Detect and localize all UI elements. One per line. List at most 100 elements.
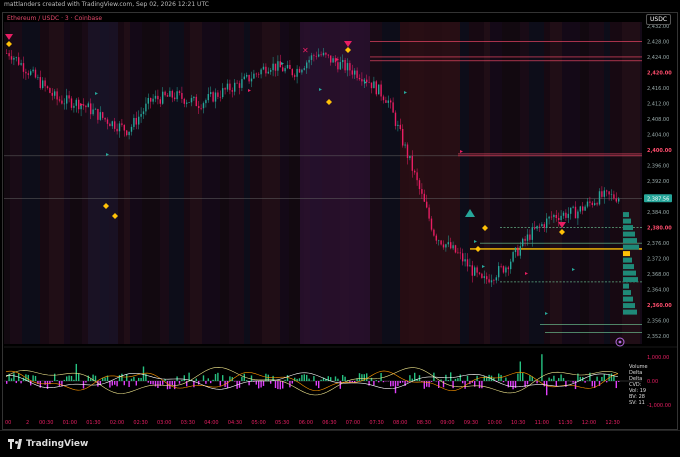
candle-body: [126, 130, 127, 135]
oscillator-bar: [563, 378, 564, 381]
candle-body: [181, 93, 182, 99]
price-tick-label: 2,360.00: [647, 303, 672, 309]
oscillator-bar: [390, 381, 391, 386]
volume-legend-line: SV: 11: [629, 400, 649, 406]
session-band: [229, 22, 244, 344]
time-tick-label: 03:00: [157, 420, 171, 426]
candle-body: [119, 123, 120, 131]
candle-body: [88, 103, 89, 107]
candle-body: [385, 100, 386, 103]
candle-body: [570, 208, 571, 214]
time-tick-label: 00: [5, 420, 11, 426]
oscillator-bar: [16, 381, 17, 383]
volume-profile-bar: [623, 290, 631, 295]
candle-body: [347, 63, 348, 70]
price-tick-label: 2,416.00: [647, 86, 669, 92]
oscillator-bar: [412, 379, 413, 381]
oscillator-bar: [371, 378, 372, 381]
candle-body: [556, 215, 557, 218]
candle-body: [246, 75, 247, 77]
candle-body: [215, 93, 216, 102]
oscillator-bar: [116, 381, 117, 386]
oscillator-bar: [592, 381, 593, 386]
oscillator-bar: [227, 381, 228, 388]
candle-body: [488, 279, 489, 282]
oscillator-bar: [172, 381, 173, 385]
candle-body: [380, 85, 381, 97]
candle-body: [452, 245, 453, 248]
oscillator-bar: [68, 376, 69, 381]
candle-body: [568, 214, 569, 218]
oscillator-bar: [90, 379, 91, 381]
oscillator-bar: [11, 378, 12, 381]
oscillator-bar: [104, 378, 105, 381]
candle-body: [551, 217, 552, 218]
oscillator-bar: [527, 381, 528, 384]
candle-body: [145, 104, 146, 112]
price-tick-label: 2,392.00: [647, 179, 669, 185]
symbol-label[interactable]: Ethereum / USDC · 3 · Coinbase: [7, 15, 102, 22]
session-band: [130, 22, 142, 344]
session-band: [184, 22, 190, 344]
oscillator-bar: [520, 361, 521, 381]
oscillator-bar: [234, 381, 235, 382]
candle-body: [433, 230, 434, 236]
oscillator-bar: [522, 373, 523, 381]
currency-badge[interactable]: USDC: [646, 14, 671, 25]
session-band: [40, 22, 49, 344]
candle-body: [114, 121, 115, 129]
candle-body: [524, 239, 525, 241]
candle-body: [409, 156, 410, 158]
candle-body: [472, 265, 473, 275]
tradingview-logo[interactable]: TradingView: [8, 439, 88, 449]
candle-body: [515, 248, 516, 252]
candle-body: [606, 191, 607, 192]
oscillator-bar: [78, 373, 79, 381]
oscillator-bar: [604, 374, 605, 381]
oscillator-bar: [208, 378, 209, 381]
candle-body: [268, 72, 269, 74]
candle-body: [236, 83, 237, 84]
time-tick-label: 07:30: [369, 420, 383, 426]
candle-body: [575, 207, 576, 219]
oscillator-bar: [152, 381, 153, 384]
oscillator-bar: [174, 381, 175, 389]
candle-body: [112, 121, 113, 126]
oscillator-bar: [428, 381, 429, 387]
oscillator-bar: [467, 376, 468, 381]
candle-body: [186, 103, 187, 104]
candle-body: [500, 266, 501, 267]
candle-body: [28, 73, 29, 75]
candle-body: [23, 63, 24, 72]
candle-body: [419, 180, 420, 189]
chart-canvas[interactable]: 2,432.002,428.002,424.002,420.002,416.00…: [0, 0, 680, 456]
candle-body: [440, 240, 441, 244]
candle-body: [11, 56, 12, 59]
oscillator-bar: [529, 375, 530, 381]
oscillator-bar: [481, 381, 482, 388]
oscillator-bar: [500, 375, 501, 381]
oscillator-tick-label: -1,000.00: [647, 403, 671, 409]
session-bands: [4, 22, 642, 344]
candle-body: [210, 92, 211, 94]
oscillator-bar: [397, 381, 398, 386]
oscillator-bar: [167, 381, 168, 389]
candle-body: [20, 63, 21, 65]
candle-body: [527, 234, 528, 240]
oscillator-bar: [448, 380, 449, 381]
candle-body: [356, 71, 357, 78]
candle-body: [587, 202, 588, 207]
candle-body: [308, 60, 309, 63]
time-tick-label: 01:30: [86, 420, 100, 426]
oscillator-bar: [556, 381, 557, 386]
oscillator-bar: [301, 375, 302, 381]
candle-body: [265, 67, 266, 74]
candle-body: [426, 202, 427, 208]
session-band: [88, 22, 118, 344]
oscillator-bar: [296, 379, 297, 381]
candle-body: [457, 253, 458, 254]
price-tick-label: 2,428.00: [647, 39, 669, 45]
candle-body: [30, 71, 31, 75]
candle-body: [352, 70, 353, 74]
session-band: [64, 22, 70, 344]
